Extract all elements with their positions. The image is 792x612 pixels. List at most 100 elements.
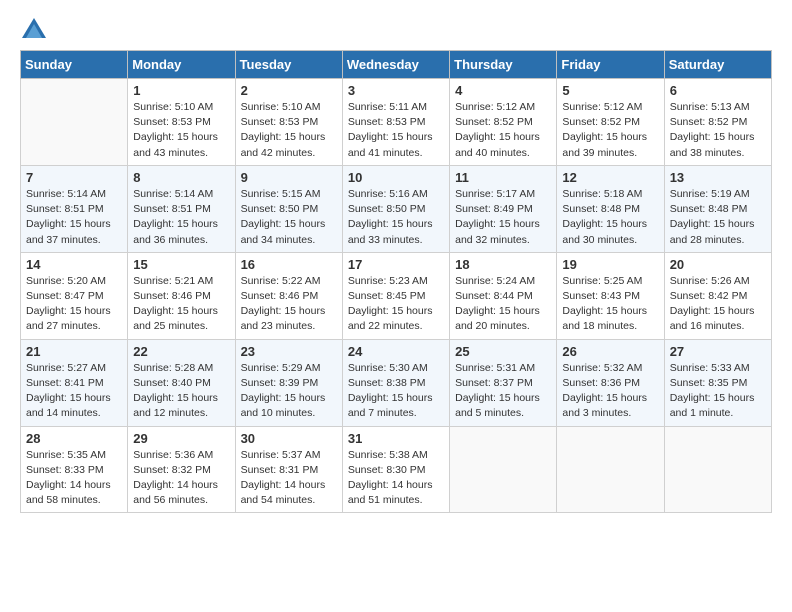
day-info: Sunrise: 5:18 AM Sunset: 8:48 PM Dayligh…	[562, 187, 658, 248]
header	[20, 16, 772, 44]
day-info: Sunrise: 5:10 AM Sunset: 8:53 PM Dayligh…	[241, 100, 337, 161]
day-info: Sunrise: 5:37 AM Sunset: 8:31 PM Dayligh…	[241, 448, 337, 509]
calendar-cell: 20 Sunrise: 5:26 AM Sunset: 8:42 PM Dayli…	[664, 252, 771, 339]
day-info: Sunrise: 5:38 AM Sunset: 8:30 PM Dayligh…	[348, 448, 444, 509]
day-info: Sunrise: 5:11 AM Sunset: 8:53 PM Dayligh…	[348, 100, 444, 161]
day-info: Sunrise: 5:20 AM Sunset: 8:47 PM Dayligh…	[26, 274, 122, 335]
day-info: Sunrise: 5:35 AM Sunset: 8:33 PM Dayligh…	[26, 448, 122, 509]
calendar-cell: 13 Sunrise: 5:19 AM Sunset: 8:48 PM Dayli…	[664, 165, 771, 252]
day-info: Sunrise: 5:10 AM Sunset: 8:53 PM Dayligh…	[133, 100, 229, 161]
calendar-cell: 17 Sunrise: 5:23 AM Sunset: 8:45 PM Dayli…	[342, 252, 449, 339]
header-day: Tuesday	[235, 51, 342, 79]
calendar-cell: 31 Sunrise: 5:38 AM Sunset: 8:30 PM Dayli…	[342, 426, 449, 513]
day-info: Sunrise: 5:14 AM Sunset: 8:51 PM Dayligh…	[26, 187, 122, 248]
calendar-cell: 25 Sunrise: 5:31 AM Sunset: 8:37 PM Dayli…	[450, 339, 557, 426]
calendar-cell: 21 Sunrise: 5:27 AM Sunset: 8:41 PM Dayli…	[21, 339, 128, 426]
calendar-cell: 14 Sunrise: 5:20 AM Sunset: 8:47 PM Dayli…	[21, 252, 128, 339]
header-day: Friday	[557, 51, 664, 79]
day-info: Sunrise: 5:23 AM Sunset: 8:45 PM Dayligh…	[348, 274, 444, 335]
day-number: 22	[133, 344, 229, 359]
calendar-cell	[21, 79, 128, 166]
day-info: Sunrise: 5:21 AM Sunset: 8:46 PM Dayligh…	[133, 274, 229, 335]
calendar-cell: 8 Sunrise: 5:14 AM Sunset: 8:51 PM Daylig…	[128, 165, 235, 252]
calendar-cell: 10 Sunrise: 5:16 AM Sunset: 8:50 PM Dayli…	[342, 165, 449, 252]
day-number: 13	[670, 170, 766, 185]
day-number: 31	[348, 431, 444, 446]
day-info: Sunrise: 5:12 AM Sunset: 8:52 PM Dayligh…	[455, 100, 551, 161]
day-number: 14	[26, 257, 122, 272]
calendar-cell	[557, 426, 664, 513]
day-number: 2	[241, 83, 337, 98]
day-number: 26	[562, 344, 658, 359]
day-number: 10	[348, 170, 444, 185]
day-info: Sunrise: 5:27 AM Sunset: 8:41 PM Dayligh…	[26, 361, 122, 422]
header-day: Sunday	[21, 51, 128, 79]
day-info: Sunrise: 5:28 AM Sunset: 8:40 PM Dayligh…	[133, 361, 229, 422]
day-info: Sunrise: 5:15 AM Sunset: 8:50 PM Dayligh…	[241, 187, 337, 248]
calendar-cell: 4 Sunrise: 5:12 AM Sunset: 8:52 PM Daylig…	[450, 79, 557, 166]
calendar-cell: 9 Sunrise: 5:15 AM Sunset: 8:50 PM Daylig…	[235, 165, 342, 252]
calendar-cell	[450, 426, 557, 513]
header-day: Wednesday	[342, 51, 449, 79]
day-number: 21	[26, 344, 122, 359]
day-info: Sunrise: 5:31 AM Sunset: 8:37 PM Dayligh…	[455, 361, 551, 422]
day-info: Sunrise: 5:14 AM Sunset: 8:51 PM Dayligh…	[133, 187, 229, 248]
header-row: SundayMondayTuesdayWednesdayThursdayFrid…	[21, 51, 772, 79]
day-info: Sunrise: 5:19 AM Sunset: 8:48 PM Dayligh…	[670, 187, 766, 248]
day-info: Sunrise: 5:24 AM Sunset: 8:44 PM Dayligh…	[455, 274, 551, 335]
day-info: Sunrise: 5:25 AM Sunset: 8:43 PM Dayligh…	[562, 274, 658, 335]
day-info: Sunrise: 5:22 AM Sunset: 8:46 PM Dayligh…	[241, 274, 337, 335]
day-info: Sunrise: 5:26 AM Sunset: 8:42 PM Dayligh…	[670, 274, 766, 335]
calendar-cell: 30 Sunrise: 5:37 AM Sunset: 8:31 PM Dayli…	[235, 426, 342, 513]
day-number: 8	[133, 170, 229, 185]
header-day: Saturday	[664, 51, 771, 79]
calendar-cell: 15Sunrise: 5:21 AM Sunset: 8:46 PM Dayli…	[128, 252, 235, 339]
day-info: Sunrise: 5:33 AM Sunset: 8:35 PM Dayligh…	[670, 361, 766, 422]
calendar-cell: 18 Sunrise: 5:24 AM Sunset: 8:44 PM Dayli…	[450, 252, 557, 339]
day-number: 7	[26, 170, 122, 185]
day-info: Sunrise: 5:16 AM Sunset: 8:50 PM Dayligh…	[348, 187, 444, 248]
day-number: 27	[670, 344, 766, 359]
day-number: 3	[348, 83, 444, 98]
day-number: 25	[455, 344, 551, 359]
calendar-cell: 7 Sunrise: 5:14 AM Sunset: 8:51 PM Daylig…	[21, 165, 128, 252]
day-number: 1	[133, 83, 229, 98]
day-number: 30	[241, 431, 337, 446]
day-number: 19	[562, 257, 658, 272]
calendar-week: 28 Sunrise: 5:35 AM Sunset: 8:33 PM Dayli…	[21, 426, 772, 513]
calendar-cell: 26 Sunrise: 5:32 AM Sunset: 8:36 PM Dayli…	[557, 339, 664, 426]
calendar-week: 14 Sunrise: 5:20 AM Sunset: 8:47 PM Dayli…	[21, 252, 772, 339]
day-number: 28	[26, 431, 122, 446]
day-number: 11	[455, 170, 551, 185]
day-number: 9	[241, 170, 337, 185]
day-number: 4	[455, 83, 551, 98]
calendar-cell: 1 Sunrise: 5:10 AM Sunset: 8:53 PM Daylig…	[128, 79, 235, 166]
calendar-table: SundayMondayTuesdayWednesdayThursdayFrid…	[20, 50, 772, 513]
day-number: 5	[562, 83, 658, 98]
calendar-cell: 29 Sunrise: 5:36 AM Sunset: 8:32 PM Dayli…	[128, 426, 235, 513]
day-info: Sunrise: 5:32 AM Sunset: 8:36 PM Dayligh…	[562, 361, 658, 422]
header-day: Monday	[128, 51, 235, 79]
calendar-cell: 6Sunrise: 5:13 AM Sunset: 8:52 PM Daylig…	[664, 79, 771, 166]
calendar-week: 21 Sunrise: 5:27 AM Sunset: 8:41 PM Dayli…	[21, 339, 772, 426]
calendar-cell: 23Sunrise: 5:29 AM Sunset: 8:39 PM Dayli…	[235, 339, 342, 426]
day-info: Sunrise: 5:12 AM Sunset: 8:52 PM Dayligh…	[562, 100, 658, 161]
calendar-cell: 19 Sunrise: 5:25 AM Sunset: 8:43 PM Dayli…	[557, 252, 664, 339]
calendar-cell	[664, 426, 771, 513]
day-info: Sunrise: 5:30 AM Sunset: 8:38 PM Dayligh…	[348, 361, 444, 422]
calendar-cell: 5 Sunrise: 5:12 AM Sunset: 8:52 PM Daylig…	[557, 79, 664, 166]
calendar-cell: 11Sunrise: 5:17 AM Sunset: 8:49 PM Dayli…	[450, 165, 557, 252]
calendar-cell: 16Sunrise: 5:22 AM Sunset: 8:46 PM Dayli…	[235, 252, 342, 339]
calendar-cell: 28 Sunrise: 5:35 AM Sunset: 8:33 PM Dayli…	[21, 426, 128, 513]
day-info: Sunrise: 5:36 AM Sunset: 8:32 PM Dayligh…	[133, 448, 229, 509]
day-number: 17	[348, 257, 444, 272]
day-number: 23	[241, 344, 337, 359]
day-number: 29	[133, 431, 229, 446]
header-day: Thursday	[450, 51, 557, 79]
day-number: 18	[455, 257, 551, 272]
page: SundayMondayTuesdayWednesdayThursdayFrid…	[0, 0, 792, 523]
day-number: 20	[670, 257, 766, 272]
calendar-cell: 3 Sunrise: 5:11 AM Sunset: 8:53 PM Daylig…	[342, 79, 449, 166]
day-number: 6	[670, 83, 766, 98]
calendar-week: 7 Sunrise: 5:14 AM Sunset: 8:51 PM Daylig…	[21, 165, 772, 252]
